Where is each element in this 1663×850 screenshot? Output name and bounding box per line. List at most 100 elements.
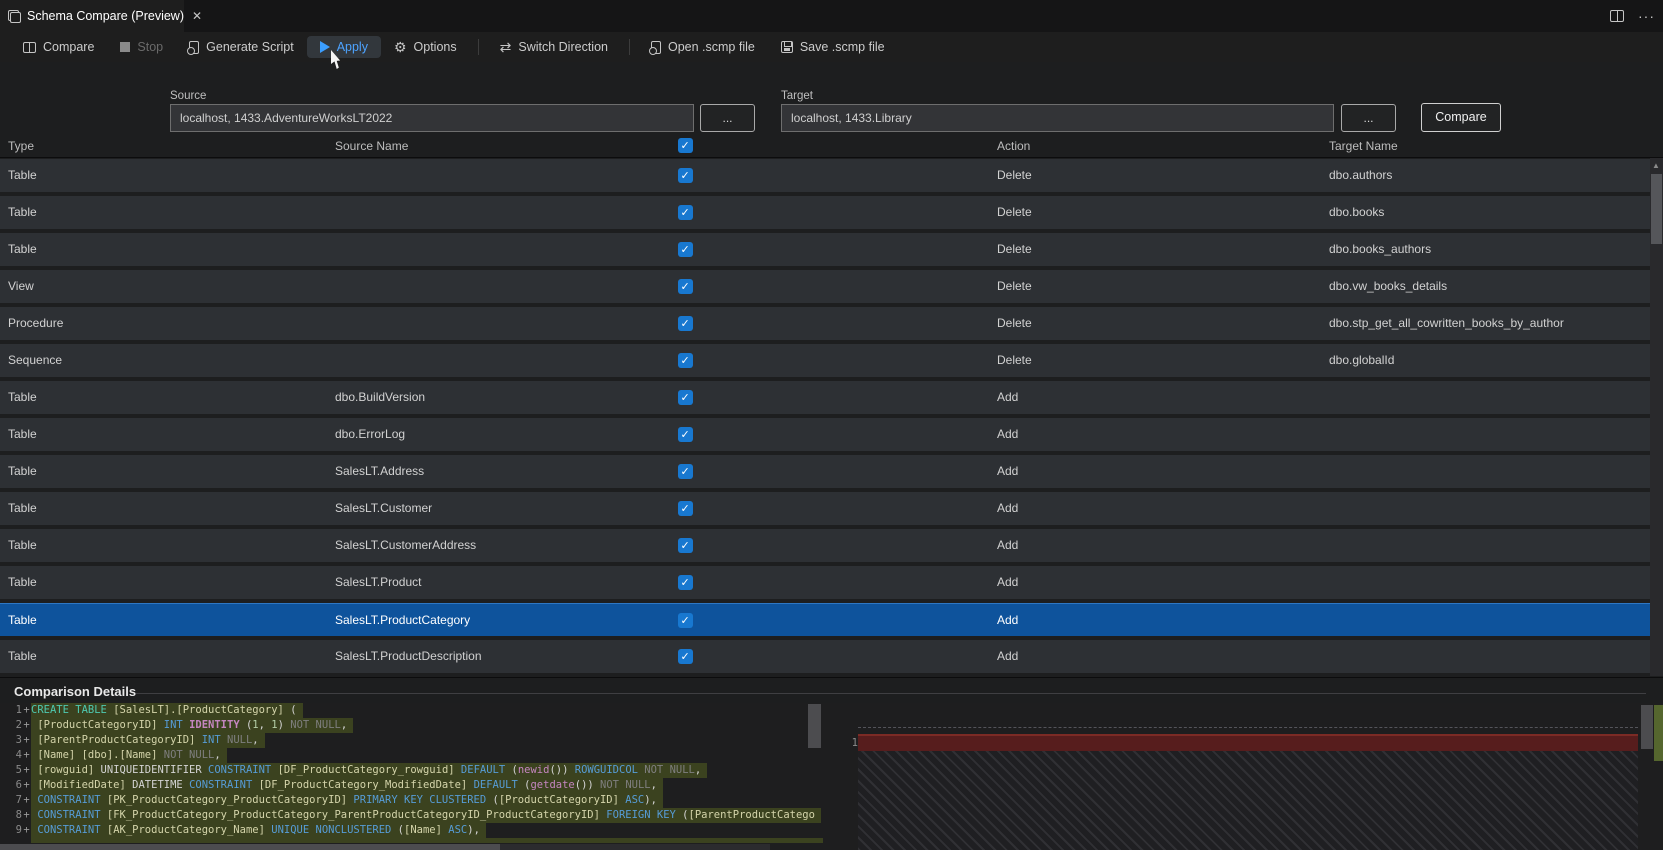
table-row[interactable]: Table SalesLT.Address Add [0, 455, 1650, 488]
switch-direction-button[interactable]: Switch Direction [487, 36, 621, 58]
code-line: 2+ [ProductCategoryID] INT IDENTITY (1, … [0, 718, 823, 733]
include-checkbox[interactable] [678, 390, 693, 405]
file-open-icon [648, 40, 661, 55]
cell-type: Table [8, 575, 37, 589]
target-label: Target [781, 90, 813, 102]
tab-schema-compare[interactable]: Schema Compare (Preview) [0, 0, 184, 32]
left-pane-hscroll-thumb[interactable] [0, 844, 500, 850]
cell-type: Table [8, 501, 37, 515]
cell-type: Procedure [8, 316, 64, 330]
table-row[interactable]: Table Delete dbo.books [0, 196, 1650, 229]
left-pane-scrollbar-thumb[interactable] [808, 704, 821, 748]
cell-source-name: SalesLT.CustomerAddress [335, 538, 477, 552]
table-row[interactable]: Table SalesLT.CustomerAddress Add [0, 529, 1650, 562]
include-checkbox[interactable] [678, 205, 693, 220]
code-line: 6+ [ModifiedDate] DATETIME CONSTRAINT [D… [0, 778, 823, 793]
cell-target-name: dbo.stp_get_all_cowritten_books_by_autho… [1329, 316, 1564, 330]
grid-header: Type Source Name Action Target Name [0, 136, 1663, 158]
stop-square-icon [120, 42, 131, 52]
include-checkbox[interactable] [678, 464, 693, 479]
include-checkbox[interactable] [678, 427, 693, 442]
left-pane-horizontal-scrollbar[interactable] [0, 844, 770, 850]
scroll-up-icon[interactable] [1652, 161, 1660, 170]
include-checkbox[interactable] [678, 649, 693, 664]
diff-right-pane[interactable]: 1 − [840, 703, 1663, 850]
grid-body: Table Delete dbo.authors Table Delete db… [0, 159, 1650, 677]
table-row[interactable]: Table SalesLT.Customer Add [0, 492, 1650, 525]
table-row[interactable]: Table Delete dbo.books_authors [0, 233, 1650, 266]
column-header-target-name[interactable]: Target Name [1329, 139, 1398, 153]
diff-left-pane[interactable]: 1+CREATE TABLE [SalesLT].[ProductCategor… [0, 703, 823, 850]
stop-button[interactable]: Stop [107, 36, 176, 58]
table-row[interactable]: Table dbo.BuildVersion Add [0, 381, 1650, 414]
include-checkbox[interactable] [678, 242, 693, 257]
grid-divider [0, 677, 1663, 678]
include-checkbox[interactable] [678, 575, 693, 590]
compare-button[interactable]: Compare [1421, 103, 1501, 132]
column-header-source-name[interactable]: Source Name [335, 139, 408, 153]
include-checkbox[interactable] [678, 613, 693, 628]
table-row[interactable]: Sequence Delete dbo.globalId [0, 344, 1650, 377]
cell-action: Add [997, 575, 1019, 589]
save-icon [780, 41, 793, 53]
include-checkbox[interactable] [678, 316, 693, 331]
source-input[interactable] [170, 104, 694, 132]
more-actions-icon[interactable] [1638, 8, 1655, 24]
compare-toolbar-button[interactable]: Compare [10, 36, 107, 58]
code-line: 5+ [rowguid] UNIQUEIDENTIFIER CONSTRAINT… [0, 763, 823, 778]
table-row[interactable]: Procedure Delete dbo.stp_get_all_cowritt… [0, 307, 1650, 340]
schema-compare-icon [8, 9, 21, 23]
cell-action: Delete [997, 242, 1032, 256]
source-browse-button[interactable]: ... [700, 104, 755, 132]
include-checkbox[interactable] [678, 279, 693, 294]
source-label: Source [170, 90, 207, 102]
cell-action: Delete [997, 205, 1032, 219]
cell-action: Add [997, 464, 1019, 478]
close-tab-icon[interactable] [192, 9, 202, 23]
cell-action: Add [997, 649, 1019, 663]
generate-script-label: Generate Script [206, 40, 294, 54]
table-row[interactable]: Table SalesLT.Product Add [0, 566, 1650, 599]
target-input[interactable] [781, 104, 1334, 132]
cell-source-name: dbo.ErrorLog [335, 427, 406, 441]
cell-action: Add [997, 427, 1019, 441]
include-checkbox[interactable] [678, 353, 693, 368]
split-editor-icon[interactable] [1610, 10, 1624, 22]
tab-title: Schema Compare (Preview) [27, 9, 184, 23]
cell-type: Table [8, 538, 37, 552]
script-file-icon [187, 40, 200, 55]
code-line-partial [31, 838, 823, 843]
include-checkbox[interactable] [678, 538, 693, 553]
cell-type: Table [8, 649, 37, 663]
save-scmp-button[interactable]: Save .scmp file [768, 36, 898, 58]
grid-scrollbar-thumb[interactable] [1651, 174, 1662, 244]
options-button[interactable]: Options [381, 36, 470, 58]
table-row[interactable]: Table SalesLT.ProductDescription Add [0, 640, 1650, 673]
removed-line [858, 734, 1638, 751]
select-all-checkbox[interactable] [678, 138, 693, 153]
cell-type: Table [8, 613, 37, 627]
column-header-type[interactable]: Type [8, 139, 34, 153]
schema-compare-toolbar: Compare Stop Generate Script Apply Optio… [0, 32, 1663, 62]
details-rule [136, 693, 1646, 694]
table-row[interactable]: Table dbo.ErrorLog Add [0, 418, 1650, 451]
toolbar-separator [628, 39, 630, 55]
grid-scrollbar[interactable] [1650, 158, 1663, 676]
apply-button[interactable]: Apply [306, 36, 381, 58]
include-checkbox[interactable] [678, 168, 693, 183]
open-scmp-button[interactable]: Open .scmp file [638, 36, 768, 58]
target-browse-button[interactable]: ... [1341, 104, 1396, 132]
generate-script-button[interactable]: Generate Script [176, 36, 307, 58]
table-row[interactable]: View Delete dbo.vw_books_details [0, 270, 1650, 303]
editor-actions [1610, 0, 1655, 32]
cell-source-name: SalesLT.Customer [335, 501, 433, 515]
table-row[interactable]: Table SalesLT.ProductCategory Add [0, 603, 1650, 636]
include-checkbox[interactable] [678, 501, 693, 516]
cell-type: Table [8, 168, 37, 182]
table-row[interactable]: Table Delete dbo.authors [0, 159, 1650, 192]
cell-action: Add [997, 538, 1019, 552]
cell-type: Sequence [8, 353, 63, 367]
right-pane-scrollbar-thumb[interactable] [1641, 705, 1653, 749]
column-header-action[interactable]: Action [997, 139, 1030, 153]
cell-target-name: dbo.books_authors [1329, 242, 1432, 256]
